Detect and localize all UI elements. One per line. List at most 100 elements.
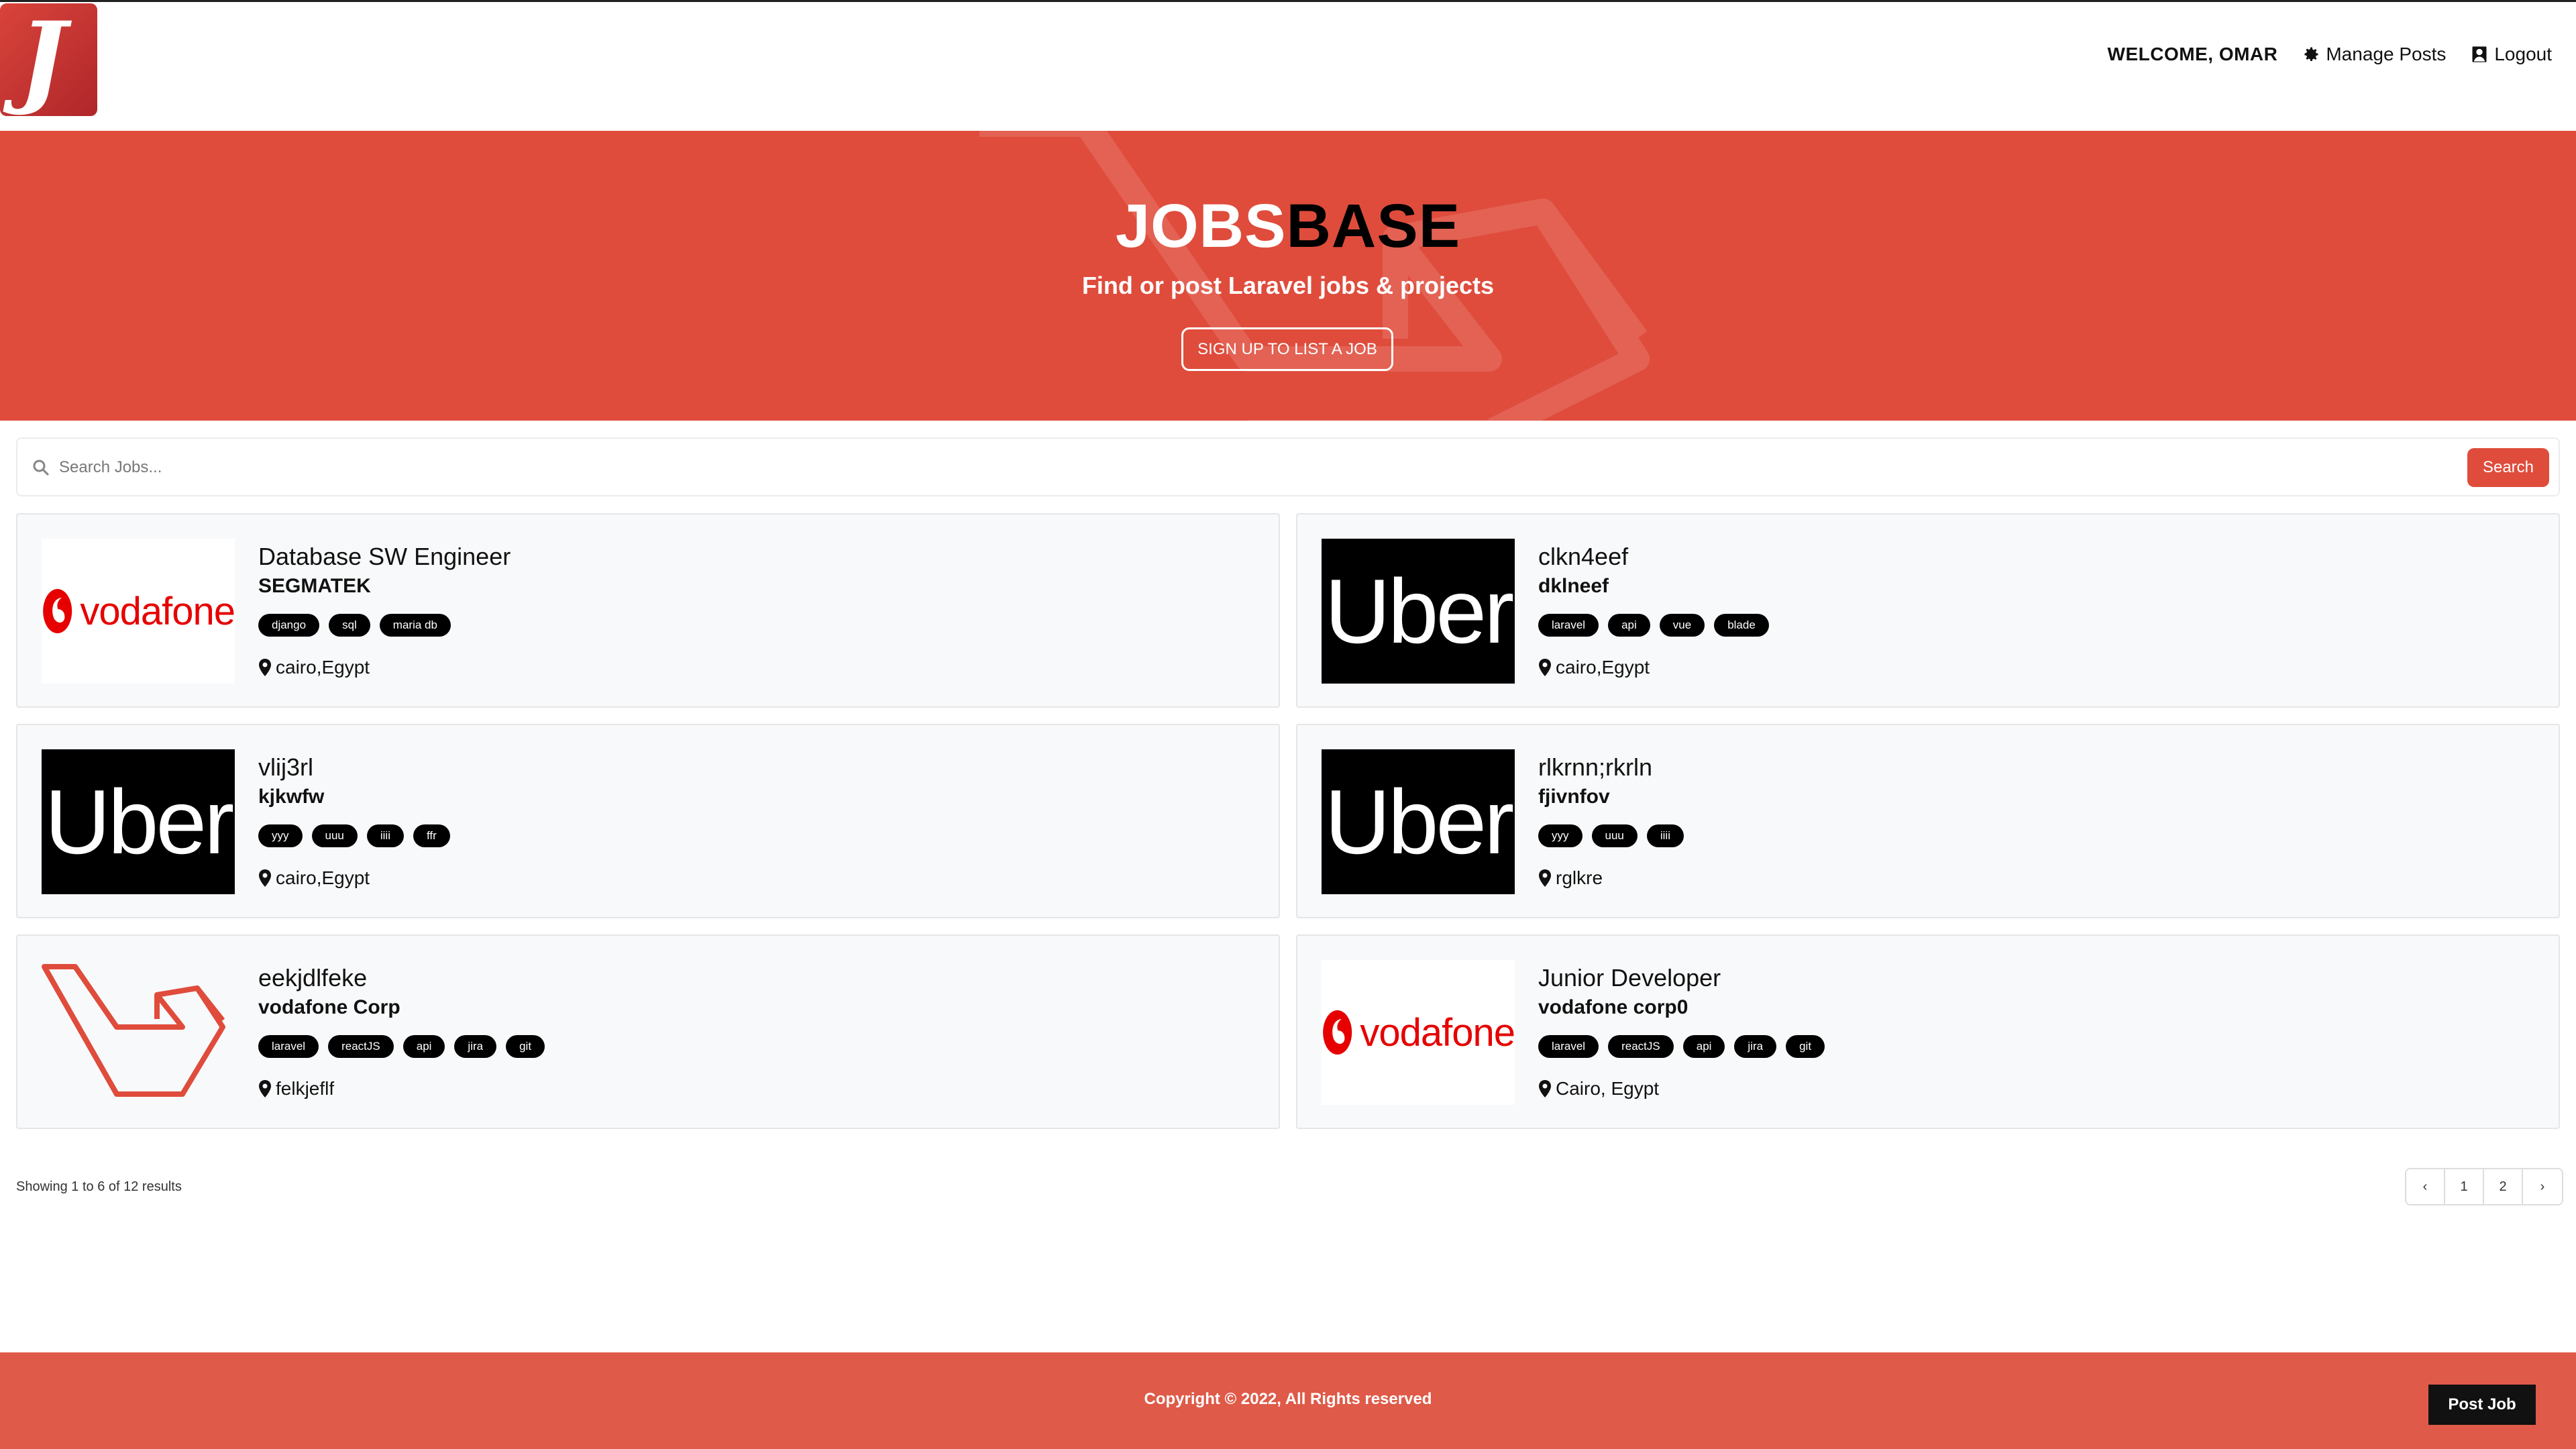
job-card[interactable]: Uber clkn4eef dklneef laravel api vue bl… [1296, 513, 2560, 708]
job-tag[interactable]: iiii [366, 824, 404, 847]
job-location-text: cairo,Egypt [276, 867, 370, 888]
job-tag[interactable]: django [258, 614, 320, 637]
job-company: vodafone corp0 [1538, 996, 1688, 1018]
top-navbar: J WELCOME, OMAR Manage Posts Logout [0, 0, 2576, 131]
job-tag[interactable]: blade [1714, 614, 1769, 637]
manage-posts-link[interactable]: Manage Posts [2302, 44, 2446, 65]
company-logo: Uber [1322, 749, 1515, 894]
job-tags: yyy uuu iiii ffr [258, 824, 450, 847]
job-location: cairo,Egypt [1538, 657, 1650, 678]
job-title[interactable]: clkn4eef [1538, 543, 1628, 571]
company-logo: Uber [42, 749, 235, 894]
job-tag[interactable]: git [506, 1035, 545, 1058]
search-input[interactable] [59, 451, 2474, 484]
job-tag[interactable]: ffr [413, 824, 450, 847]
job-tag[interactable]: vue [1659, 614, 1705, 637]
job-tags: yyy uuu iiii [1538, 824, 1684, 847]
vodafone-logo-icon [1323, 1010, 1352, 1055]
vodafone-logo-icon [43, 589, 72, 633]
job-title[interactable]: vlij3rl [258, 753, 313, 782]
map-marker-icon [1539, 869, 1551, 887]
logout-label: Logout [2494, 44, 2552, 64]
site-logo-letter: J [19, 0, 66, 118]
vodafone-wordmark: vodafone [1360, 1010, 1515, 1055]
site-logo[interactable]: J [0, 3, 97, 116]
job-tag[interactable]: reactJS [328, 1035, 394, 1058]
job-tags: laravel reactJS api jira git [258, 1035, 545, 1058]
company-logo [42, 960, 235, 1105]
job-tag[interactable]: api [1608, 614, 1650, 637]
results-summary: Showing 1 to 6 of 12 results [16, 1179, 182, 1194]
search-button[interactable]: Search [2467, 448, 2549, 487]
job-tags: laravel api vue blade [1538, 614, 1769, 637]
job-tag[interactable]: uuu [1591, 824, 1638, 847]
post-job-button[interactable]: Post Job [2428, 1385, 2536, 1425]
job-tag[interactable]: laravel [258, 1035, 319, 1058]
search-bar: Search [16, 437, 2560, 496]
user-icon [2472, 46, 2487, 62]
job-card[interactable]: Uber vlij3rl kjkwfw yyy uuu iiii ffr cai… [16, 724, 1280, 918]
job-location-text: cairo,Egypt [1556, 657, 1650, 678]
pagination: ‹ 1 2 › [2405, 1168, 2563, 1205]
company-logo: vodafone [42, 539, 235, 684]
page-link-1[interactable]: 1 [2445, 1169, 2484, 1204]
hero-banner: JOBSBASE Find or post Laravel jobs & pro… [0, 131, 2576, 421]
signup-button[interactable]: SIGN UP TO LIST A JOB [1181, 327, 1393, 371]
job-title[interactable]: Database SW Engineer [258, 543, 511, 571]
job-tag[interactable]: laravel [1538, 614, 1599, 637]
job-company: vodafone Corp [258, 996, 400, 1018]
search-icon [33, 460, 49, 476]
job-tag[interactable]: yyy [258, 824, 303, 847]
job-location-text: Cairo, Egypt [1556, 1078, 1660, 1099]
manage-posts-label: Manage Posts [2326, 44, 2447, 64]
job-tag[interactable]: laravel [1538, 1035, 1599, 1058]
job-tag[interactable]: reactJS [1608, 1035, 1674, 1058]
job-title[interactable]: eekjdlfeke [258, 964, 367, 992]
brand-base: BASE [1286, 192, 1461, 260]
hero-tagline: Find or post Laravel jobs & projects [1081, 272, 1495, 299]
job-location-text: felkjeflf [276, 1078, 335, 1099]
job-tag[interactable]: yyy [1538, 824, 1582, 847]
job-company: SEGMATEK [258, 575, 371, 597]
job-tag[interactable]: sql [329, 614, 370, 637]
chevron-left-icon[interactable]: ‹ [2406, 1169, 2445, 1204]
job-tags: django sql maria db [258, 614, 451, 637]
job-card[interactable]: vodafone Database SW Engineer SEGMATEK d… [16, 513, 1280, 708]
logout-link[interactable]: Logout [2470, 44, 2552, 65]
job-tag[interactable]: api [1682, 1035, 1725, 1058]
job-card[interactable]: Uber rlkrnn;rkrln fjivnfov yyy uuu iiii … [1296, 724, 2560, 918]
chevron-right-icon[interactable]: › [2523, 1169, 2562, 1204]
footer: Copyright © 2022, All Rights reserved Po… [0, 1352, 2576, 1449]
map-marker-icon [1539, 1080, 1551, 1097]
job-tag[interactable]: jira [454, 1035, 497, 1058]
job-title[interactable]: Junior Developer [1538, 964, 1721, 992]
job-location-text: cairo,Egypt [276, 657, 370, 678]
job-tag[interactable]: iiii [1646, 824, 1684, 847]
job-tags: laravel reactJS api jira git [1538, 1035, 1825, 1058]
welcome-text: WELCOME, OMAR [2107, 44, 2278, 64]
company-logo: vodafone [1322, 960, 1515, 1105]
job-tag[interactable]: git [1786, 1035, 1825, 1058]
job-tag[interactable]: api [402, 1035, 445, 1058]
map-marker-icon [259, 659, 271, 676]
job-card[interactable]: eekjdlfeke vodafone Corp laravel reactJS… [16, 934, 1280, 1129]
job-tag[interactable]: jira [1734, 1035, 1777, 1058]
job-location: Cairo, Egypt [1538, 1078, 1659, 1099]
job-title[interactable]: rlkrnn;rkrln [1538, 753, 1652, 782]
job-tag[interactable]: maria db [379, 614, 451, 637]
job-location: rglkre [1538, 867, 1603, 889]
page-link-2[interactable]: 2 [2484, 1169, 2523, 1204]
job-location: cairo,Egypt [258, 867, 370, 889]
company-logo: Uber [1322, 539, 1515, 684]
laravel-logo-icon [42, 964, 225, 1097]
job-company: fjivnfov [1538, 786, 1610, 808]
map-marker-icon [259, 1080, 271, 1097]
map-marker-icon [1539, 659, 1551, 676]
copyright-text: Copyright © 2022, All Rights reserved [1144, 1390, 1432, 1408]
vodafone-wordmark: vodafone [80, 589, 235, 633]
job-card[interactable]: vodafone Junior Developer vodafone corp0… [1296, 934, 2560, 1129]
hero-brand: JOBSBASE [0, 191, 2576, 262]
job-company: dklneef [1538, 575, 1609, 597]
job-company: kjkwfw [258, 786, 325, 808]
job-tag[interactable]: uuu [311, 824, 358, 847]
